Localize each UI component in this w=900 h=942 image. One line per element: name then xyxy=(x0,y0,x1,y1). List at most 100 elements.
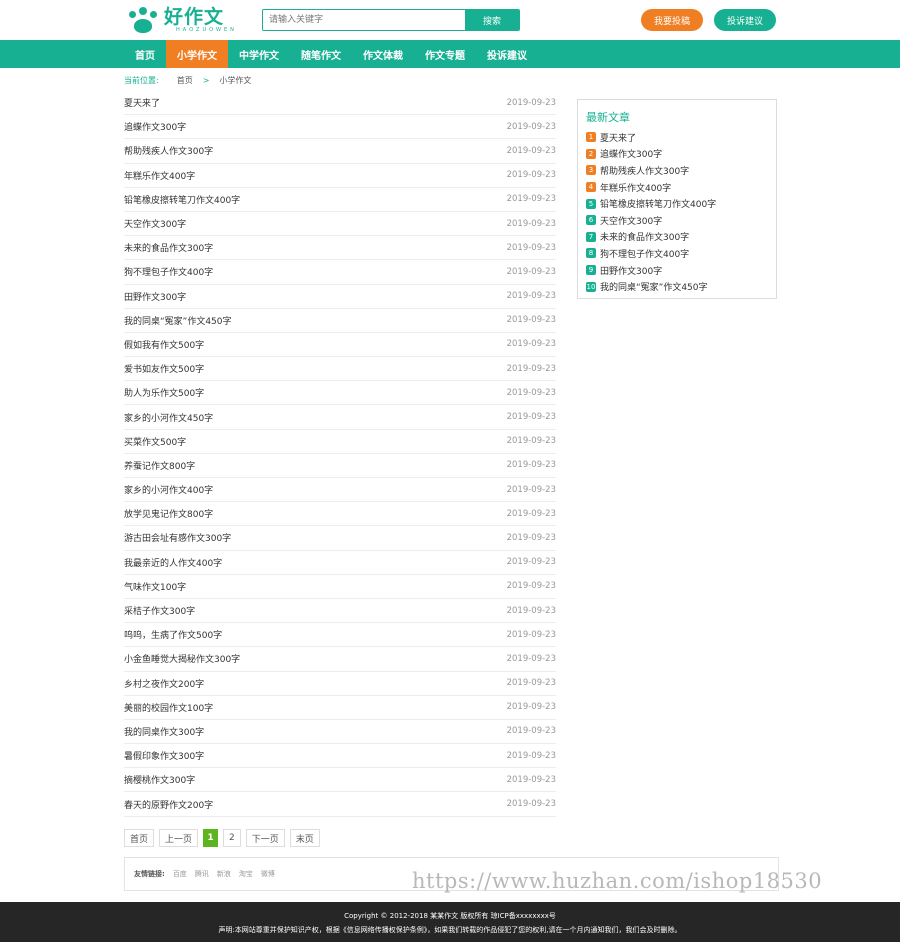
list-item[interactable]: 家乡的小河作文450字 2019-09-23 xyxy=(124,405,556,430)
nav-item-home[interactable]: 首页 xyxy=(124,40,166,68)
latest-article-title[interactable]: 田野作文300字 xyxy=(600,264,662,277)
article-title-link[interactable]: 我的同桌作文300字 xyxy=(124,725,204,738)
article-title-link[interactable]: 放学见鬼记作文800字 xyxy=(124,507,213,520)
article-title-link[interactable]: 养蚕记作文800字 xyxy=(124,459,195,472)
nav-item-essays[interactable]: 随笔作文 xyxy=(290,40,352,68)
complaint-button[interactable]: 投诉建议 xyxy=(714,9,776,31)
article-title-link[interactable]: 家乡的小河作文400字 xyxy=(124,483,213,496)
list-item[interactable]: 呜呜，生病了作文500字 2019-09-23 xyxy=(124,623,556,648)
list-item[interactable]: 天空作文300字 2019-09-23 xyxy=(124,212,556,237)
nav-item-middle-school[interactable]: 中学作文 xyxy=(228,40,290,68)
article-title-link[interactable]: 暑假印象作文300字 xyxy=(124,749,204,762)
list-item[interactable]: 狗不理包子作文400字 2019-09-23 xyxy=(124,260,556,285)
list-item[interactable]: 助人为乐作文500字 2019-09-23 xyxy=(124,381,556,406)
latest-article-title[interactable]: 我的同桌“冤家”作文450字 xyxy=(600,280,708,293)
friend-link[interactable]: 腾讯 xyxy=(195,869,209,879)
latest-article-title[interactable]: 追蝶作文300字 xyxy=(600,147,662,160)
page-next-button[interactable]: 下一页 xyxy=(245,829,285,847)
friend-link[interactable]: 微博 xyxy=(261,869,275,879)
article-title-link[interactable]: 采桔子作文300字 xyxy=(124,604,195,617)
article-title-link[interactable]: 铅笔橡皮擦转笔刀作文400字 xyxy=(124,193,240,206)
friend-link[interactable]: 百度 xyxy=(173,869,187,879)
list-item[interactable]: 家乡的小河作文400字 2019-09-23 xyxy=(124,478,556,503)
latest-article-item[interactable]: 5 铅笔橡皮擦转笔刀作文400字 xyxy=(586,195,768,212)
latest-article-item[interactable]: 10 我的同桌“冤家”作文450字 xyxy=(586,278,768,295)
list-item[interactable]: 美丽的校园作文100字 2019-09-23 xyxy=(124,696,556,720)
list-item[interactable]: 暑假印象作文300字 2019-09-23 xyxy=(124,744,556,769)
list-item[interactable]: 我的同桌“冤家”作文450字 2019-09-23 xyxy=(124,309,556,333)
latest-article-item[interactable]: 2 追蝶作文300字 xyxy=(586,146,768,163)
list-item[interactable]: 假如我有作文500字 2019-09-23 xyxy=(124,333,556,358)
nav-item-primary-school[interactable]: 小学作文 xyxy=(166,40,228,68)
article-title-link[interactable]: 田野作文300字 xyxy=(124,290,186,303)
list-item[interactable]: 摘樱桃作文300字 2019-09-23 xyxy=(124,768,556,793)
latest-article-title[interactable]: 未来的食品作文300字 xyxy=(600,230,689,243)
latest-article-item[interactable]: 3 帮助残疾人作文300字 xyxy=(586,162,768,179)
article-title-link[interactable]: 家乡的小河作文450字 xyxy=(124,411,213,424)
article-title-link[interactable]: 助人为乐作文500字 xyxy=(124,386,204,399)
article-title-link[interactable]: 呜呜，生病了作文500字 xyxy=(124,628,222,641)
page-number-2[interactable]: 2 xyxy=(223,829,241,847)
list-item[interactable]: 游古田会址有感作文300字 2019-09-23 xyxy=(124,526,556,551)
breadcrumb-home-link[interactable]: 首页 xyxy=(177,75,193,86)
page-first-button[interactable]: 首页 xyxy=(124,829,155,847)
list-item[interactable]: 我最亲近的人作文400字 2019-09-23 xyxy=(124,551,556,575)
article-title-link[interactable]: 气味作文100字 xyxy=(124,580,186,593)
article-title-link[interactable]: 美丽的校园作文100字 xyxy=(124,701,213,714)
latest-article-item[interactable]: 7 未来的食品作文300字 xyxy=(586,229,768,246)
list-item[interactable]: 未来的食品作文300字 2019-09-23 xyxy=(124,236,556,261)
article-title-link[interactable]: 买菜作文500字 xyxy=(124,435,186,448)
list-item[interactable]: 田野作文300字 2019-09-23 xyxy=(124,285,556,309)
article-title-link[interactable]: 年糕乐作文400字 xyxy=(124,169,195,182)
list-item[interactable]: 爱书如友作文500字 2019-09-23 xyxy=(124,357,556,382)
site-logo[interactable]: 好作文 HAOZUOWEN xyxy=(126,7,237,35)
list-item[interactable]: 春天的原野作文200字 2019-09-23 xyxy=(124,792,556,817)
list-item[interactable]: 采桔子作文300字 2019-09-23 xyxy=(124,599,556,624)
list-item[interactable]: 铅笔橡皮擦转笔刀作文400字 2019-09-23 xyxy=(124,188,556,212)
submit-article-button[interactable]: 我要投稿 xyxy=(641,9,703,31)
nav-item-complaints[interactable]: 投诉建议 xyxy=(476,40,538,68)
list-item[interactable]: 我的同桌作文300字 2019-09-23 xyxy=(124,720,556,745)
search-input[interactable] xyxy=(263,10,465,30)
search-button[interactable]: 搜索 xyxy=(465,10,519,30)
latest-article-title[interactable]: 年糕乐作文400字 xyxy=(600,181,671,194)
latest-article-title[interactable]: 铅笔橡皮擦转笔刀作文400字 xyxy=(600,197,716,210)
list-item[interactable]: 放学见鬼记作文800字 2019-09-23 xyxy=(124,502,556,527)
article-title-link[interactable]: 爱书如友作文500字 xyxy=(124,362,204,375)
list-item[interactable]: 买菜作文500字 2019-09-23 xyxy=(124,430,556,454)
article-title-link[interactable]: 小金鱼睡觉大揭秘作文300字 xyxy=(124,652,240,665)
article-title-link[interactable]: 天空作文300字 xyxy=(124,217,186,230)
list-item[interactable]: 追蝶作文300字 2019-09-23 xyxy=(124,115,556,140)
page-prev-button[interactable]: 上一页 xyxy=(159,829,199,847)
list-item[interactable]: 气味作文100字 2019-09-23 xyxy=(124,575,556,599)
latest-article-title[interactable]: 帮助残疾人作文300字 xyxy=(600,164,689,177)
friend-link[interactable]: 新浪 xyxy=(217,869,231,879)
article-title-link[interactable]: 未来的食品作文300字 xyxy=(124,241,213,254)
list-item[interactable]: 养蚕记作文800字 2019-09-23 xyxy=(124,454,556,478)
latest-article-item[interactable]: 6 天空作文300字 xyxy=(586,212,768,229)
page-number-1[interactable]: 1 xyxy=(203,829,219,847)
latest-article-title[interactable]: 狗不理包子作文400字 xyxy=(600,247,689,260)
article-title-link[interactable]: 我最亲近的人作文400字 xyxy=(124,556,222,569)
list-item[interactable]: 夏天来了 2019-09-23 xyxy=(124,91,556,116)
latest-article-item[interactable]: 8 狗不理包子作文400字 xyxy=(586,245,768,262)
article-title-link[interactable]: 游古田会址有感作文300字 xyxy=(124,531,231,544)
nav-item-topics[interactable]: 作文专题 xyxy=(414,40,476,68)
latest-article-title[interactable]: 夏天来了 xyxy=(600,131,636,144)
latest-article-item[interactable]: 4 年糕乐作文400字 xyxy=(586,179,768,196)
article-title-link[interactable]: 假如我有作文500字 xyxy=(124,338,204,351)
latest-article-title[interactable]: 天空作文300字 xyxy=(600,214,662,227)
article-title-link[interactable]: 帮助残疾人作文300字 xyxy=(124,144,213,157)
list-item[interactable]: 帮助残疾人作文300字 2019-09-23 xyxy=(124,139,556,164)
latest-article-item[interactable]: 9 田野作文300字 xyxy=(586,262,768,279)
list-item[interactable]: 小金鱼睡觉大揭秘作文300字 2019-09-23 xyxy=(124,647,556,672)
page-last-button[interactable]: 末页 xyxy=(289,829,320,847)
nav-item-genres[interactable]: 作文体裁 xyxy=(352,40,414,68)
article-title-link[interactable]: 摘樱桃作文300字 xyxy=(124,773,195,786)
article-title-link[interactable]: 追蝶作文300字 xyxy=(124,120,186,133)
list-item[interactable]: 年糕乐作文400字 2019-09-23 xyxy=(124,164,556,188)
article-title-link[interactable]: 春天的原野作文200字 xyxy=(124,798,213,811)
article-title-link[interactable]: 乡村之夜作文200字 xyxy=(124,677,204,690)
latest-article-item[interactable]: 1 夏天来了 xyxy=(586,129,768,146)
article-title-link[interactable]: 我的同桌“冤家”作文450字 xyxy=(124,314,232,327)
